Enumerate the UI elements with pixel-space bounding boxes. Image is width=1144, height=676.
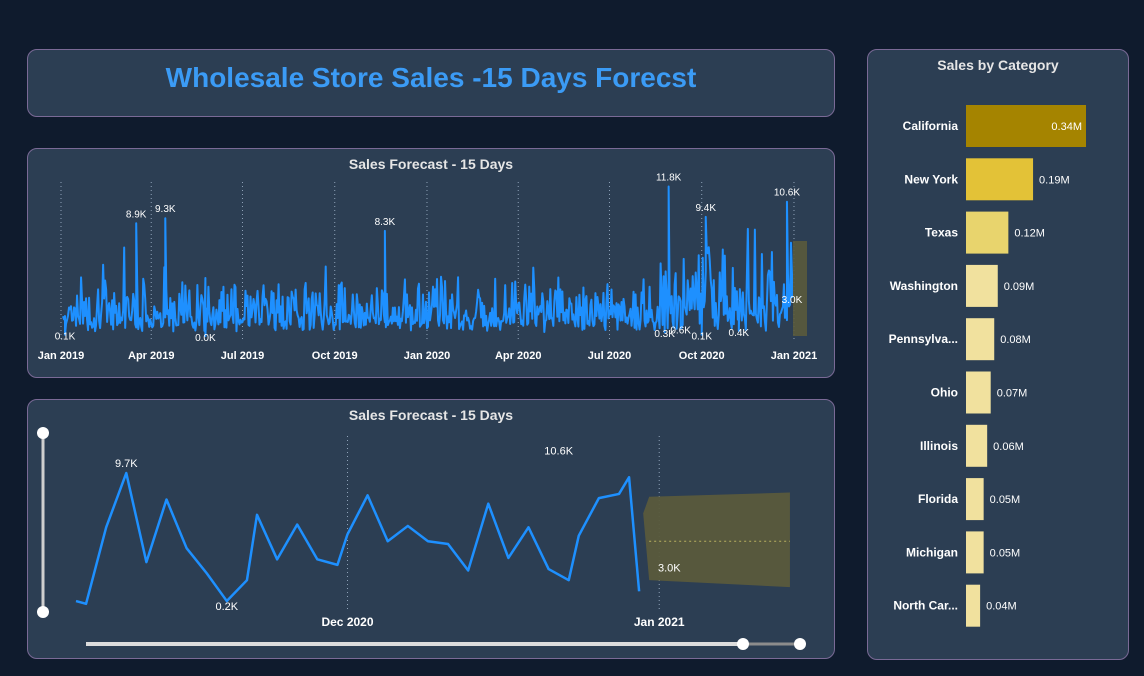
category-label: Illinois [920, 439, 958, 453]
vertical-slider-handle-top[interactable] [37, 427, 49, 439]
category-label: Pennsylva... [889, 332, 958, 346]
bar-value-label: 0.34M [1051, 121, 1082, 133]
category-bar[interactable] [966, 318, 995, 361]
data-label: 0.1K [691, 332, 712, 343]
x-tick-label: Jan 2021 [634, 615, 685, 629]
category-label: North Car... [893, 599, 958, 613]
category-bar[interactable] [966, 371, 991, 414]
category-bar[interactable] [966, 531, 984, 574]
category-bar[interactable] [966, 424, 988, 467]
x-tick-label: Jul 2020 [588, 350, 631, 362]
bar-value-label: 0.05M [990, 494, 1021, 506]
data-label: 8.3K [375, 217, 396, 228]
category-bar[interactable] [966, 158, 1034, 201]
category-label: Florida [918, 492, 958, 506]
bar-value-label: 0.05M [990, 547, 1021, 559]
sales-by-category-chart[interactable]: Sales by Category California 0.34M New Yor… [867, 49, 1129, 660]
x-tick-label: Jul 2019 [221, 350, 264, 362]
data-label: 3.0K [782, 295, 803, 306]
dashboard-title: Wholesale Store Sales -15 Days Forecst [165, 62, 697, 93]
data-label: 3.0K [658, 562, 681, 574]
category-bar[interactable] [966, 211, 1009, 254]
x-tick-label: Jan 2021 [771, 350, 817, 362]
chart1-svg: Jan 2019 Apr 2019 Jul 2019 Oct 2019 Jan 2020… [38, 173, 817, 362]
x-tick-label: Oct 2019 [312, 350, 358, 362]
x-tick-label: Apr 2020 [495, 350, 541, 362]
title-panel: Wholesale Store Sales -15 Days Forecst [27, 49, 835, 117]
category-label: Texas [925, 226, 958, 240]
category-label: New York [904, 172, 958, 186]
data-label: 8.9K [126, 209, 147, 220]
bar-value-label: 0.08M [1000, 334, 1031, 346]
data-label: 11.8K [656, 173, 682, 184]
category-bar[interactable] [966, 584, 981, 627]
bar-value-label: 0.19M [1039, 174, 1070, 186]
data-label: 0.2K [216, 601, 239, 613]
sales-forecast-chart-zoom[interactable]: Sales Forecast - 15 Days Dec 2020 Jan 202… [27, 399, 835, 659]
horizontal-slider-handle-left[interactable] [737, 638, 749, 650]
x-tick-label: Oct 2020 [679, 350, 725, 362]
forecast-band [792, 241, 808, 336]
category-bar[interactable] [966, 264, 998, 307]
category-label: Washington [890, 279, 958, 293]
x-tick-label: Apr 2019 [128, 350, 174, 362]
horizontal-slider-handle-right[interactable] [794, 638, 806, 650]
sales-forecast-chart-full[interactable]: Sales Forecast - 15 Days Jan 2019 Apr 201… [27, 148, 835, 378]
vertical-slider-handle-bottom[interactable] [37, 606, 49, 618]
chart3-svg: California 0.34M New York 0.19M Texas 0.12M Wa… [889, 105, 1086, 627]
data-label: 9.3K [155, 204, 176, 215]
bar-value-label: 0.07M [997, 388, 1028, 400]
data-label: 0.4K [729, 328, 750, 339]
x-tick-label: Jan 2019 [38, 350, 84, 362]
data-label: 0.1K [55, 332, 76, 343]
data-label: 0.6K [670, 325, 691, 336]
sales-line [75, 471, 641, 606]
category-bar[interactable] [966, 478, 984, 521]
chart2-svg: Dec 2020 Jan 2021 9.7K 0.2K 10.6K 3.0K [37, 427, 806, 650]
category-label: California [903, 119, 959, 133]
data-label: 9.7K [115, 458, 138, 470]
data-label: 10.6K [544, 446, 573, 458]
category-label: Michigan [906, 545, 958, 559]
bar-value-label: 0.09M [1004, 281, 1035, 293]
bar-value-label: 0.12M [1014, 228, 1045, 240]
category-label: Ohio [931, 386, 958, 400]
data-label: 10.6K [774, 188, 800, 199]
data-label: 9.4K [695, 203, 716, 214]
data-label: 0.0K [195, 333, 216, 344]
x-tick-label: Dec 2020 [321, 615, 373, 629]
bar-value-label: 0.04M [986, 601, 1017, 613]
x-tick-label: Jan 2020 [404, 350, 450, 362]
bar-value-label: 0.06M [993, 441, 1024, 453]
